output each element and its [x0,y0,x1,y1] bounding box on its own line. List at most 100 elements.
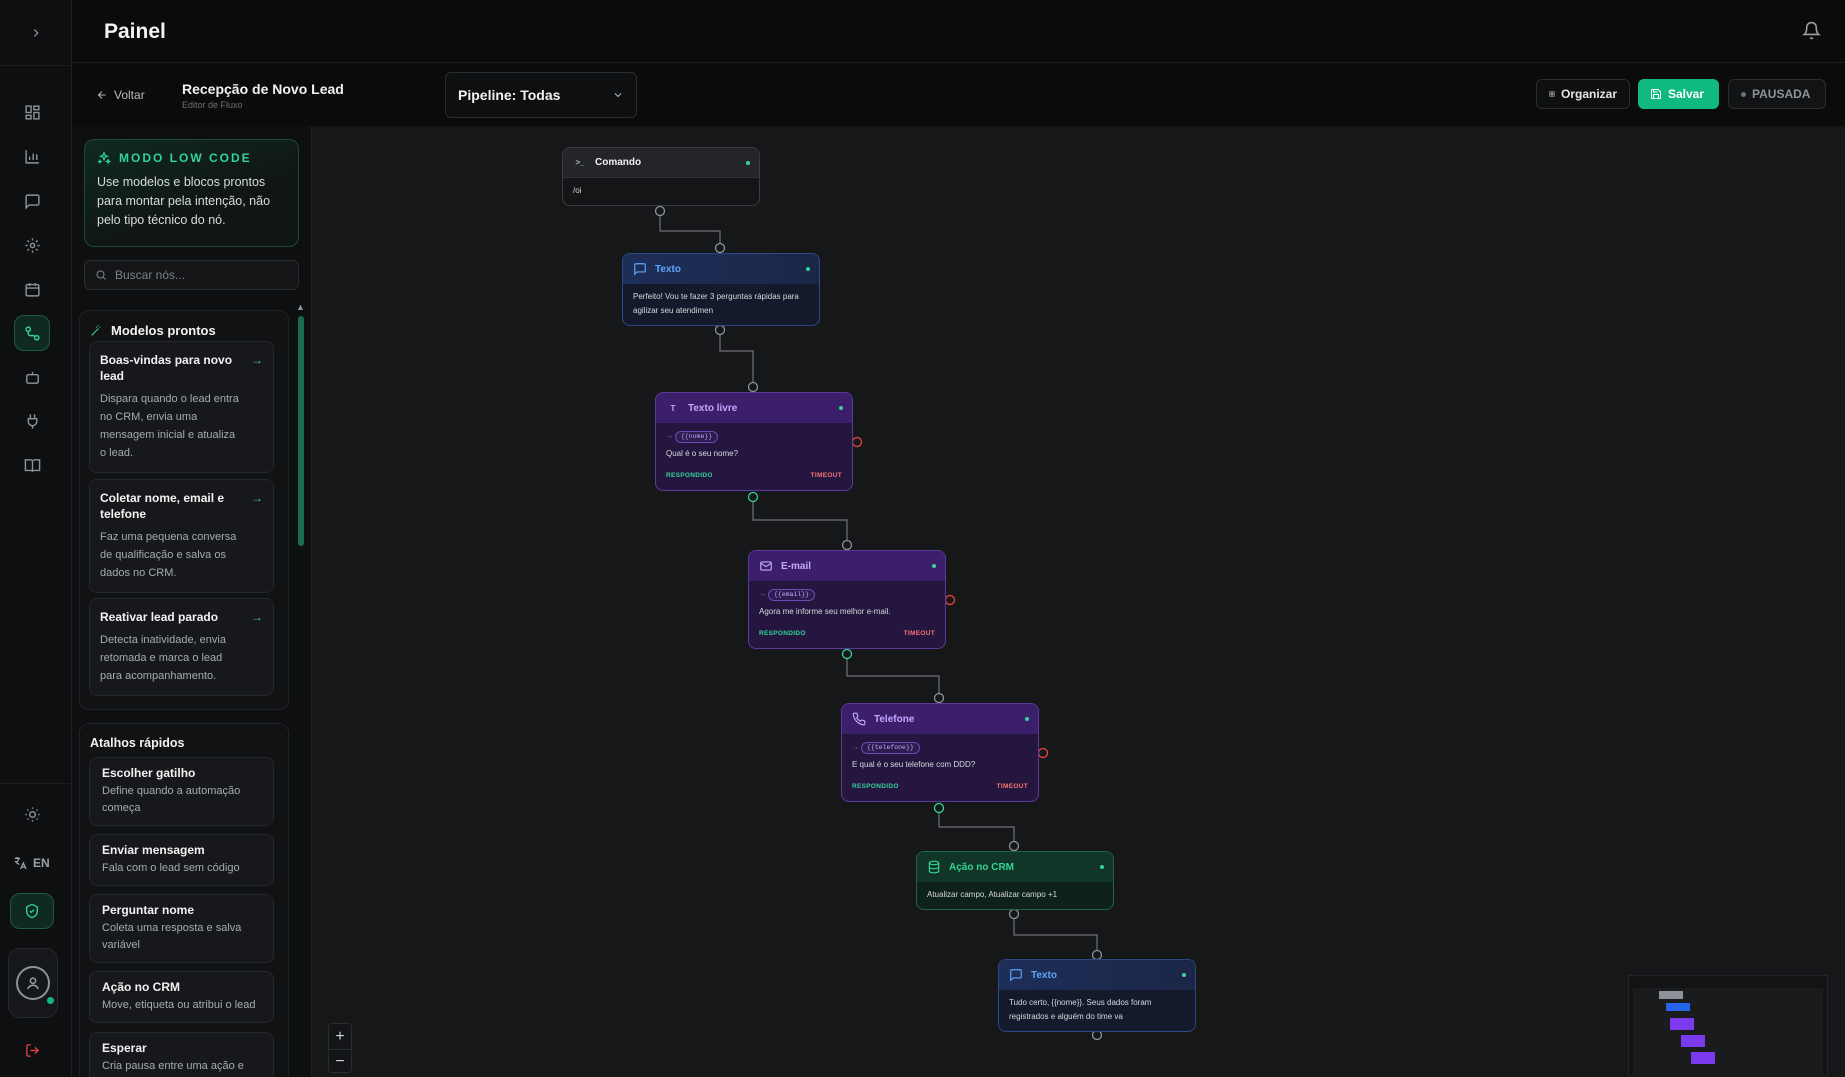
output-answered: RESPONDIDO [666,472,713,479]
panel-scrollbar[interactable] [298,316,304,546]
node-title: Texto [655,263,681,275]
node-header: T Texto livre [656,393,852,423]
zoom-out-button[interactable]: − [329,1049,351,1074]
language-switch[interactable]: EN [12,851,62,875]
minimap[interactable] [1628,975,1828,1077]
nav-dashboard[interactable] [14,94,50,130]
templates-section: Modelos prontos Boas-vindas para novo le… [79,310,289,710]
shortcut-title: Escolher gatilho [102,766,196,780]
node-title: E-mail [781,560,812,572]
online-status-dot [45,995,56,1006]
shortcuts-section: Atalhos rápidos Escolher gatilho Define … [79,723,289,1077]
node-title: Ação no CRM [949,861,1014,873]
node-question: E qual é o seu telefone com DDD? [852,760,976,769]
node-free-text[interactable]: T Texto livre → {{nome}} Qual é o seu no… [655,392,853,491]
nav-calendar[interactable] [14,271,50,307]
nav-rail: EN [0,0,72,1077]
minimap-node [1670,1018,1694,1030]
user-menu[interactable] [8,948,58,1018]
variable-chip: {{email}} [767,589,816,601]
arrow-right-icon: → [251,491,263,505]
theme-toggle[interactable] [14,796,50,832]
nav-flows[interactable] [14,315,50,351]
node-search-input[interactable]: Buscar nós... [84,260,299,290]
template-card[interactable]: Coletar nome, email e telefone Faz uma p… [89,479,274,593]
organize-label: Organizar [1560,87,1617,101]
shortcut-title: Enviar mensagem [102,843,205,857]
template-card[interactable]: Boas-vindas para novo lead Dispara quand… [89,341,274,473]
logout-icon [25,1043,39,1057]
status-toggle[interactable]: PAUSADA [1728,79,1826,109]
node-command[interactable]: >_ Comando /oi [562,147,760,206]
node-question: Agora me informe seu melhor e-mail. [759,607,891,616]
shortcut-title: Esperar [102,1041,147,1055]
avatar [16,966,56,1006]
node-body: Tudo certo, {{nome}}. Seus dados foram r… [1009,998,1152,1021]
flow-title: Recepção de Novo Lead [182,81,344,97]
chat-icon [24,193,40,210]
nav-reports[interactable] [14,138,50,174]
app-root: EN Painel Voltar Recepção de Novo Lead E… [0,0,1845,1077]
node-phone[interactable]: Telefone → {{telefone}} E qual é o seu t… [841,703,1039,802]
template-title: Reativar lead parado [100,610,219,624]
save-icon [1651,89,1661,99]
nav-messages[interactable] [14,183,50,219]
back-label: Voltar [114,88,145,102]
node-palette: MODO LOW CODE Use modelos e blocos pront… [72,126,312,1077]
notifications-button[interactable] [1801,21,1822,45]
shortcut-card[interactable]: Esperar Cria pausa entre uma ação e [89,1032,274,1077]
node-email[interactable]: E-mail → {{email}} Agora me informe seu … [748,550,946,649]
flow-canvas[interactable]: >_ Comando /oi Texto Perfeito! Vou te fa… [312,126,1845,1077]
nav-docs[interactable] [14,447,50,483]
template-description: Dispara quando o lead entra no CRM, envi… [100,393,239,459]
mail-icon [760,561,772,571]
status-label: PAUSADA [1752,87,1811,101]
translate-icon [14,857,27,870]
shortcut-card[interactable]: Ação no CRM Move, etiqueta ou atribui o … [89,971,274,1023]
logout-button[interactable] [14,1032,50,1068]
shortcuts-title: Atalhos rápidos [90,736,185,750]
lowcode-card: MODO LOW CODE Use modelos e blocos pront… [84,139,299,247]
node-body: Atualizar campo, Atualizar campo +1 [927,890,1058,899]
pipeline-select[interactable]: Pipeline: Todas [445,72,637,118]
shortcut-card[interactable]: Escolher gatilho Define quando a automaç… [89,757,274,826]
output-answered: RESPONDIDO [759,630,806,637]
expand-sidebar-button[interactable] [0,0,72,66]
security-button[interactable] [10,893,54,929]
organize-button[interactable]: Organizar [1536,79,1630,109]
scroll-up-icon[interactable]: ▲ [296,302,305,312]
variable-chip: {{telefone}} [860,742,920,754]
nav-bots[interactable] [14,359,50,395]
search-icon [96,270,106,280]
node-crm-action[interactable]: Ação no CRM Atualizar campo, Atualizar c… [916,851,1114,910]
node-body: /oi [573,186,582,195]
node-text[interactable]: Texto Perfeito! Vou te fazer 3 perguntas… [622,253,820,326]
template-card[interactable]: Reativar lead parado Detecta inatividade… [89,598,274,696]
shortcut-description: Coleta uma resposta e salva variável [102,922,242,951]
shortcut-title: Perguntar nome [102,903,195,917]
shortcut-card[interactable]: Perguntar nome Coleta uma resposta e sal… [89,894,274,963]
node-status-dot [839,406,843,410]
chevron-right-icon [33,28,39,37]
wand-icon [91,325,101,336]
shortcut-description: Cria pausa entre uma ação e [102,1060,244,1072]
back-button[interactable]: Voltar [96,88,145,102]
nav-integrations[interactable] [14,403,50,439]
page-title: Painel [104,20,166,43]
node-header: E-mail [749,551,945,581]
node-title: Telefone [874,713,915,725]
lowcode-title-text: MODO LOW CODE [119,151,252,165]
node-text[interactable]: Texto Tudo certo, {{nome}}. Seus dados f… [998,959,1196,1032]
shortcut-card[interactable]: Enviar mensagem Fala com o lead sem códi… [89,834,274,886]
zoom-in-button[interactable]: + [329,1024,351,1049]
search-placeholder: Buscar nós... [115,268,186,282]
node-status-dot [1100,865,1104,869]
node-outputs: RESPONDIDO TIMEOUT [759,627,935,641]
nav-settings[interactable] [14,227,50,263]
save-button[interactable]: Salvar [1638,79,1719,109]
message-icon [1010,969,1022,982]
lowcode-description: Use modelos e blocos prontos para montar… [97,175,271,227]
bot-icon [25,371,39,384]
terminal-icon: >_ [575,158,585,167]
node-outputs: RESPONDIDO TIMEOUT [666,469,842,483]
